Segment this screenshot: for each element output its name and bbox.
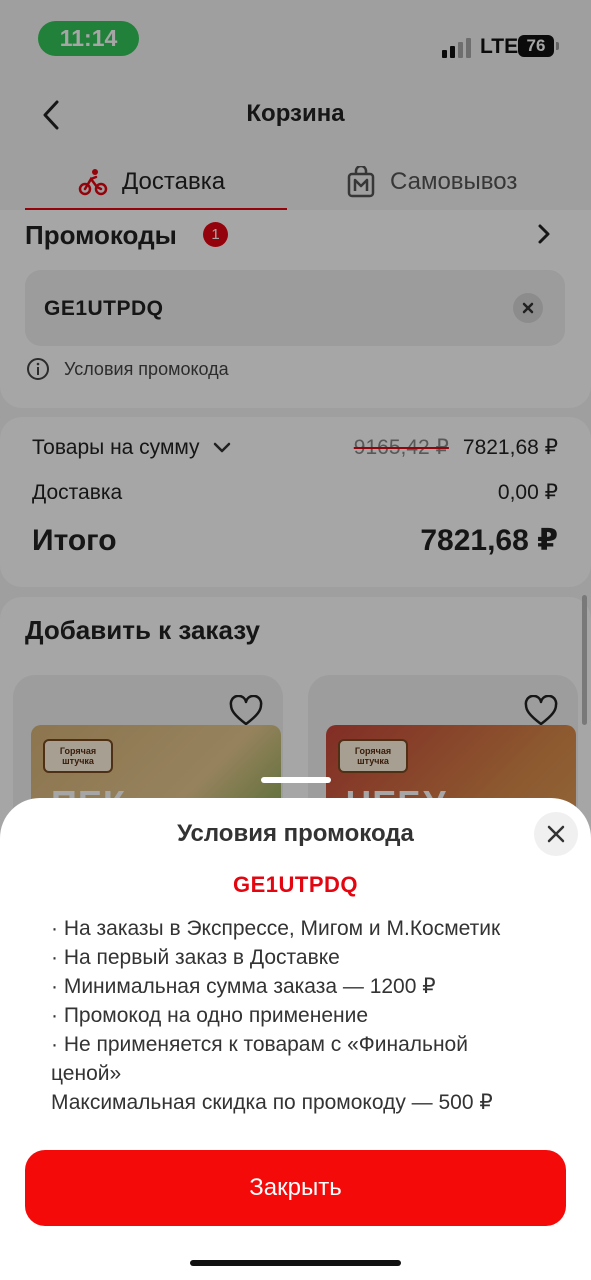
close-button[interactable]: Закрыть [25, 1150, 566, 1226]
condition-line: Максимальная скидка по промокоду — 500 ₽ [51, 1091, 493, 1114]
condition-line: ценой» [51, 1062, 122, 1085]
home-indicator [190, 1260, 401, 1266]
sheet-title: Условия промокода [177, 820, 414, 847]
condition-line: · На заказы в Экспрессе, Мигом и М.Косме… [51, 917, 501, 940]
close-icon [547, 825, 565, 843]
condition-line: · Промокод на одно применение [51, 1004, 368, 1027]
sheet-close-button[interactable] [534, 812, 578, 856]
sheet-drag-handle[interactable] [261, 777, 331, 783]
conditions-list: · На заказы в Экспрессе, Мигом и М.Косме… [51, 914, 561, 1117]
condition-line: · Минимальная сумма заказа — 1200 ₽ [51, 975, 436, 998]
condition-line: · На первый заказ в Доставке [51, 946, 340, 969]
sheet-promo-code: GE1UTPDQ [232, 872, 359, 897]
condition-line: · Не применяется к товарам с «Финальной [51, 1033, 468, 1056]
promo-conditions-sheet: Условия промокода GE1UTPDQ · На заказы в… [0, 798, 591, 1280]
